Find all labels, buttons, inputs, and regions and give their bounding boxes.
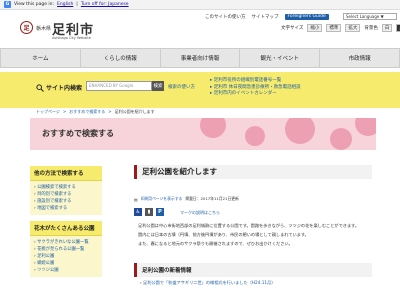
breadcrumb-top[interactable]: トップページ	[36, 109, 60, 115]
translate-language-link[interactable]: English	[57, 2, 73, 7]
sidebar-link[interactable]: ツツジ公園	[34, 267, 98, 274]
main-content: 足利公園を紹介します	[134, 165, 372, 179]
search-icon	[36, 84, 44, 92]
sidebar-links-other: 公園検索で検索する 目的別で検索する 施設別で検索する 地図で検索する	[30, 181, 102, 215]
search-input[interactable]: ENHANCED BY Google	[86, 81, 152, 91]
nav-tourism[interactable]: 観光・イベント	[240, 49, 321, 67]
toilet-icon: ♿	[134, 208, 142, 216]
search-help-link[interactable]: 検索の使い方	[168, 84, 195, 90]
separator: |	[76, 2, 78, 7]
sidebar-link[interactable]: 織姫公園	[34, 260, 98, 267]
updated-date: 掲載日：2017年11月21日更新	[185, 196, 239, 201]
sidebar-heading-flowers: 花木がたくさんある公園	[30, 221, 102, 236]
decorative-flower	[245, 126, 265, 146]
restroom-icon: ▮	[145, 208, 153, 216]
category-banner: おすすめで検索する	[30, 118, 376, 150]
quick-links: 足利市役所の組織別電話番号一覧 足利市 休日夜間急患診療所・救急電話相談 足利市…	[210, 78, 301, 98]
page-title: 足利公園を紹介します	[134, 165, 372, 179]
accessibility-controls: 文字サイズ 縮小 標準 拡大 背景色 白 黒	[281, 24, 400, 32]
nav-living[interactable]: くらしの情報	[81, 49, 161, 67]
site-title-roman: Ashikaga City Website	[52, 36, 91, 40]
sidebar-heading-other: 他の方法で検索する	[30, 166, 102, 181]
decorative-flower	[355, 118, 376, 136]
language-select[interactable]: Select Language ▼	[343, 13, 397, 20]
sidebar-link[interactable]: 公園検索で検索する	[34, 184, 98, 191]
news-item-link[interactable]: 足利公園で「秋盛アサギリ二世」の様相式を行いました（H24.11月）	[140, 280, 275, 286]
decorative-flower	[285, 118, 315, 144]
search-label: サイト内検索	[46, 85, 83, 92]
header-links: このサイトの使い方 サイトマップ Foreigners Guide	[205, 14, 329, 20]
sidebar-link[interactable]: 花桃が見られる公園一覧	[34, 246, 98, 253]
sidebar-link[interactable]: 施設別で検索する	[34, 198, 98, 205]
news-heading: 足利公園の新着情報	[134, 263, 372, 277]
breadcrumb-sep: >	[108, 109, 112, 114]
nav-city-info[interactable]: 市政情報	[320, 49, 400, 67]
breadcrumb-recommend[interactable]: おすすめで検索する	[69, 109, 105, 115]
city-logo-icon[interactable]: 足	[20, 21, 33, 34]
article-body: 足利公園は中心市街地西部の足利城跡に位置する公園です。園路を歩きながら、ツツジの…	[134, 222, 372, 249]
paragraph: 足利公園は中心市街地西部の足利城跡に位置する公園です。園路を歩きながら、ツツジの…	[138, 223, 360, 228]
sidebar-link[interactable]: 地図で検索する	[34, 205, 98, 212]
quick-link-events[interactable]: 足利市内のイベントカレンダー	[210, 91, 301, 98]
nav-business[interactable]: 事業者向け情報	[161, 49, 241, 67]
translate-bar: G View this page in: English | Turn off …	[0, 0, 400, 10]
search-button[interactable]: 検索	[152, 81, 164, 91]
parking-icon: P	[156, 208, 164, 216]
sitemap-link[interactable]: サイトマップ	[252, 14, 279, 20]
sidebar-link[interactable]: 足利公園	[34, 253, 98, 260]
icon-legend-link[interactable]: マークの説明はこちら	[180, 210, 220, 216]
prefecture-label: 栃木県	[36, 26, 52, 32]
facility-icons: ♿ ▮ P	[134, 208, 164, 216]
page-meta: ▤ 印刷用ページを表示する 掲載日：2017年11月21日更新	[134, 196, 239, 202]
print-icon: ▤	[134, 196, 138, 202]
font-standard-button[interactable]: 標準	[326, 24, 342, 32]
breadcrumb-sep: >	[62, 109, 67, 114]
category-title: おすすめで検索する	[42, 129, 114, 138]
decorative-flower	[330, 128, 352, 150]
how-to-use-link[interactable]: このサイトの使い方	[205, 14, 246, 20]
sidebar-links-flowers: サクラがきれいな公園一覧 花桃が見られる公園一覧 足利公園 織姫公園 ツツジ公園	[30, 236, 102, 277]
foreigners-guide-link[interactable]: Foreigners Guide	[284, 14, 329, 20]
sidebar-link[interactable]: 目的別で検索する	[34, 191, 98, 198]
sidebar: 他の方法で検索する 公園検索で検索する 目的別で検索する 施設別で検索する 地図…	[30, 166, 102, 277]
breadcrumb: トップページ > おすすめで検索する > 足利公園を紹介します	[36, 109, 155, 115]
breadcrumb-current: 足利公園を紹介します	[114, 109, 155, 114]
font-small-button[interactable]: 縮小	[307, 24, 323, 32]
turn-off-translate-link[interactable]: Turn off for: Japanese	[81, 2, 129, 7]
font-large-button[interactable]: 拡大	[345, 24, 361, 32]
paragraph: また、春になると地元のサクラ祭りも開催されますので、ぜひお出かけください。	[138, 241, 293, 246]
view-in-label: View this page in:	[14, 2, 55, 7]
bg-white-button[interactable]: 白	[381, 24, 393, 32]
site-header: 足 栃木県 足利市 Ashikaga City Website このサイトの使い…	[0, 10, 400, 40]
bg-color-label: 背景色	[364, 26, 378, 31]
paragraph: 園内には日本の古墳（円墳、前方後円墳があり、市民の憩いの場として親しまれています…	[138, 232, 309, 237]
google-translate-icon: G	[4, 1, 11, 8]
nav-home[interactable]: ホーム	[0, 49, 81, 67]
sidebar-link[interactable]: サクラがきれいな公園一覧	[34, 239, 98, 246]
global-nav: ホーム くらしの情報 事業者向け情報 観光・イベント 市政情報	[0, 48, 400, 68]
font-size-label: 文字サイズ	[281, 26, 304, 31]
print-link[interactable]: 印刷用ページを表示する	[141, 196, 183, 202]
bg-black-button[interactable]: 黒	[396, 24, 400, 32]
decorative-flower	[200, 118, 226, 138]
